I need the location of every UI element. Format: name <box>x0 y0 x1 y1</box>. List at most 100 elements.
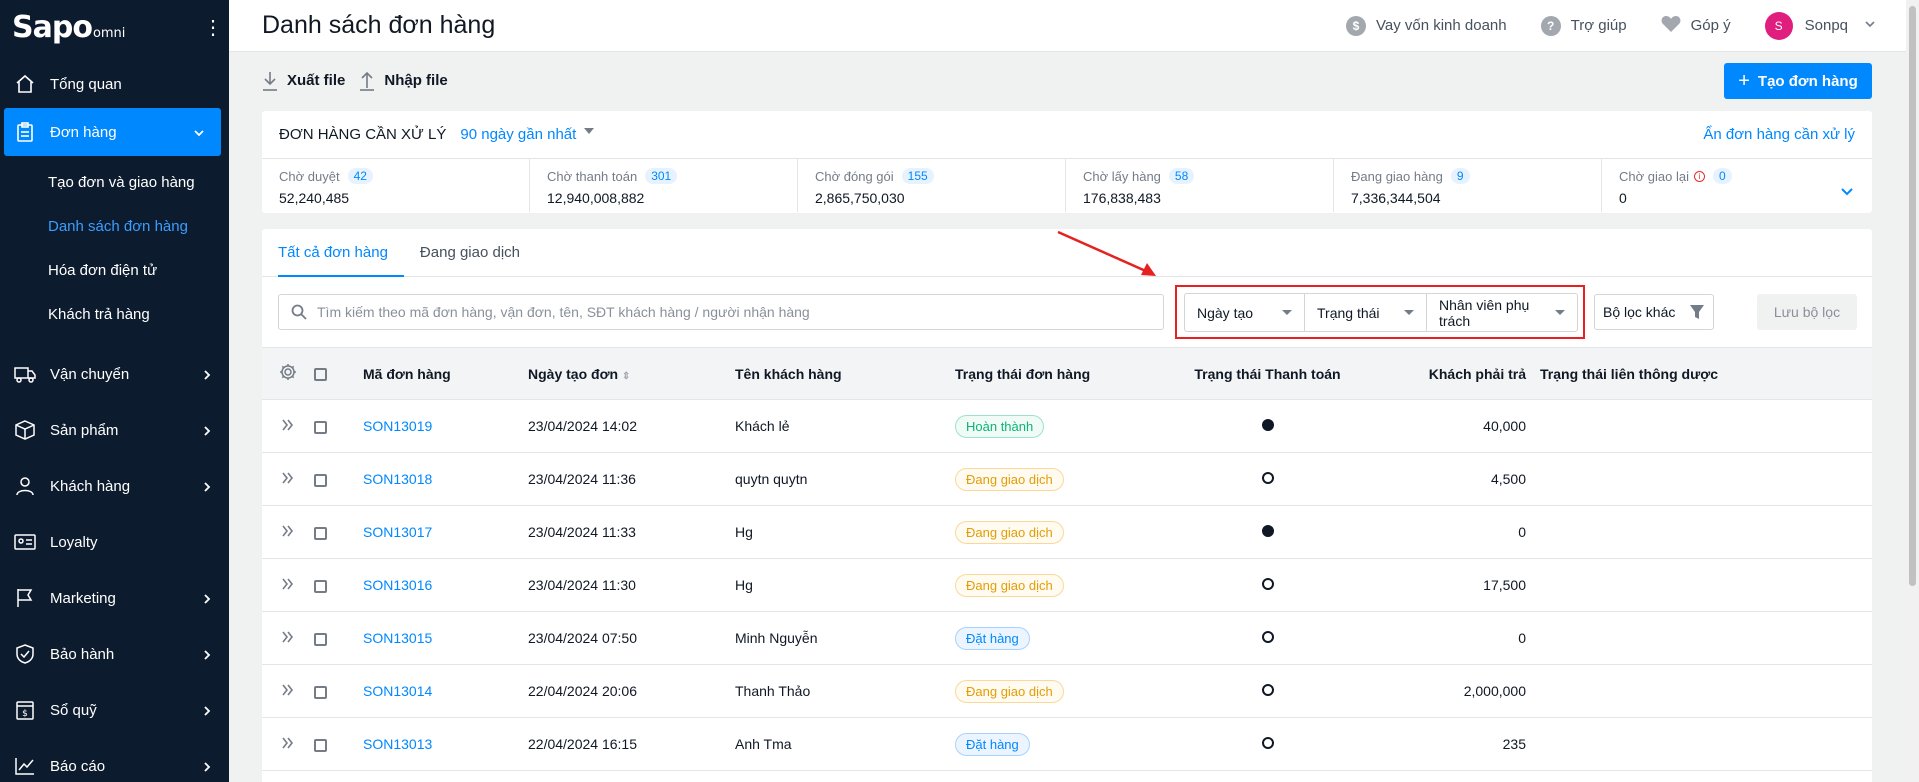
expand-row-icon[interactable] <box>262 664 314 718</box>
orders-table: Mã đơn hàng Ngày tạo đơn ⇕ Tên khách hàn… <box>262 347 1872 771</box>
sidebar-item-marketing[interactable]: Marketing <box>0 570 229 626</box>
tab-in-progress[interactable]: Đang giao dịch <box>420 229 536 276</box>
order-code-link[interactable]: SON13017 <box>363 505 528 559</box>
sidebar-item-customers[interactable]: Khách hàng <box>0 458 229 514</box>
help-label: Trợ giúp <box>1570 17 1627 34</box>
expand-chevron-icon[interactable] <box>1834 179 1860 205</box>
import-file-button[interactable]: Nhập file <box>359 71 448 91</box>
settings-gear-icon[interactable] <box>262 347 314 400</box>
expand-row-icon[interactable] <box>262 611 314 665</box>
sidebar-subitem-create-order[interactable]: Tạo đơn và giao hàng <box>0 160 229 204</box>
table-row[interactable]: SON13018 23/04/2024 11:36 quytn quytn Đang … <box>262 452 1872 506</box>
sidebar-subitem-order-list[interactable]: Danh sách đơn hàng <box>0 204 229 248</box>
sidebar-item-label: Sổ quỹ <box>50 701 97 719</box>
order-code-link[interactable]: SON13014 <box>363 664 528 718</box>
order-code-link[interactable]: SON13018 <box>363 452 528 506</box>
user-menu[interactable]: S Sonpq <box>1764 11 1876 40</box>
order-code-link[interactable]: SON13015 <box>363 611 528 665</box>
sidebar-item-products[interactable]: Sản phẩm <box>0 402 229 458</box>
created-date-filter[interactable]: Ngày tạo <box>1185 294 1305 331</box>
tab-all-orders[interactable]: Tất cả đơn hàng <box>278 229 404 277</box>
table-row[interactable]: SON13013 22/04/2024 16:15 Anh Tma Đặt hàng 2… <box>262 717 1872 771</box>
expand-row-icon[interactable] <box>262 505 314 559</box>
row-checkbox[interactable] <box>314 717 363 771</box>
column-header-amount-due[interactable]: Khách phải trả <box>1370 347 1540 400</box>
pending-cell-redeliver[interactable]: Chờ giao lại i 0 0 <box>1602 159 1870 212</box>
clipboard-icon <box>14 121 36 143</box>
pending-cell-await-payment[interactable]: Chờ thanh toán 301 12,940,008,882 <box>530 159 798 212</box>
column-header-created-date[interactable]: Ngày tạo đơn ⇕ <box>528 347 735 400</box>
feedback-link[interactable]: Góp ý <box>1661 15 1731 37</box>
more-filters-button[interactable]: Bộ lọc khác <box>1594 294 1714 330</box>
sidebar-item-orders[interactable]: Đơn hàng <box>4 108 221 156</box>
column-header-pharmacy-sync[interactable]: Trạng thái liên thông dược <box>1540 347 1872 400</box>
staff-filter[interactable]: Nhân viên phụ trách <box>1427 294 1577 331</box>
column-header-order-code[interactable]: Mã đơn hàng <box>363 347 528 400</box>
sidebar-item-loyalty[interactable]: Loyalty <box>0 514 229 570</box>
column-header-customer[interactable]: Tên khách hàng <box>735 347 955 400</box>
chevron-right-icon <box>201 424 213 436</box>
status-filter[interactable]: Trạng thái <box>1305 294 1427 331</box>
expand-row-icon[interactable] <box>262 452 314 506</box>
search-input[interactable]: Tìm kiếm theo mã đơn hàng, vận đơn, tên,… <box>278 294 1164 330</box>
save-filter-button[interactable]: Lưu bộ lọc <box>1757 294 1857 330</box>
export-label: Xuất file <box>287 72 346 89</box>
expand-row-icon[interactable] <box>262 717 314 771</box>
more-menu-icon[interactable]: ⋮ <box>203 15 223 40</box>
hide-pending-link[interactable]: Ẩn đơn hàng cần xử lý <box>1703 126 1855 143</box>
table-row[interactable]: SON13015 23/04/2024 07:50 Minh Nguyễn Đặt h… <box>262 611 1872 665</box>
order-code-link[interactable]: SON13013 <box>363 717 528 771</box>
help-link[interactable]: ? Trợ giúp <box>1540 15 1627 36</box>
help-icon: ? <box>1540 15 1561 36</box>
pending-label: Chờ thanh toán <box>547 168 638 184</box>
export-file-button[interactable]: Xuất file <box>262 71 345 91</box>
sidebar-item-label: Bảo hành <box>50 645 115 663</box>
count-badge: 301 <box>645 168 678 184</box>
column-header-payment-status[interactable]: Trạng thái Thanh toán <box>1165 347 1370 400</box>
more-filters-label: Bộ lọc khác <box>1603 304 1676 320</box>
search-icon <box>291 304 307 320</box>
row-checkbox[interactable] <box>314 664 363 718</box>
payment-paid-icon <box>1261 419 1274 431</box>
table-row[interactable]: SON13014 22/04/2024 20:06 Thanh Thảo Đang g… <box>262 664 1872 718</box>
logo[interactable]: Sapoomni <box>12 10 125 45</box>
row-checkbox[interactable] <box>314 505 363 559</box>
table-row[interactable]: SON13016 23/04/2024 11:30 Hg Đang giao dịch… <box>262 558 1872 612</box>
pending-cell-await-packing[interactable]: Chờ đóng gói 155 2,865,750,030 <box>798 159 1066 212</box>
sidebar-item-reports[interactable]: Báo cáo <box>0 738 229 782</box>
payment-status-cell <box>1165 558 1370 612</box>
expand-row-icon[interactable] <box>262 399 314 453</box>
vertical-scrollbar[interactable] <box>1906 0 1919 782</box>
date-range-dropdown[interactable]: 90 ngày gần nhất <box>460 126 595 143</box>
status-badge: Đặt hàng <box>955 626 1030 650</box>
order-code-link[interactable]: SON13016 <box>363 558 528 612</box>
pending-cell-await-pickup[interactable]: Chờ lấy hàng 58 176,838,483 <box>1066 159 1334 212</box>
sidebar-subitem-e-invoice[interactable]: Hóa đơn điện tử <box>0 248 229 292</box>
scrollbar-thumb[interactable] <box>1909 6 1916 586</box>
select-all-checkbox[interactable] <box>314 347 363 400</box>
sidebar-item-cashbook[interactable]: $ Sổ quỹ <box>0 682 229 738</box>
orders-list-card: Tất cả đơn hàng Đang giao dịch Tìm kiếm … <box>262 229 1872 782</box>
table-row[interactable]: SON13019 23/04/2024 14:02 Khách lẻ Hoàn thà… <box>262 399 1872 453</box>
row-checkbox[interactable] <box>314 558 363 612</box>
row-checkbox[interactable] <box>314 452 363 506</box>
row-checkbox[interactable] <box>314 611 363 665</box>
sidebar-subitem-returns[interactable]: Khách trả hàng <box>0 292 229 336</box>
pending-value: 176,838,483 <box>1083 190 1161 206</box>
sidebar-item-label: Marketing <box>50 589 116 607</box>
create-order-button[interactable]: + Tạo đơn hàng <box>1724 63 1872 99</box>
order-code-link[interactable]: SON13019 <box>363 399 528 453</box>
pending-cell-await-approval[interactable]: Chờ duyệt 42 52,240,485 <box>262 159 530 212</box>
amount-due: 235 <box>1370 717 1540 771</box>
sidebar-item-overview[interactable]: Tổng quan <box>0 60 229 108</box>
sidebar-item-warranty[interactable]: Bảo hành <box>0 626 229 682</box>
expand-row-icon[interactable] <box>262 558 314 612</box>
loan-link[interactable]: $ Vay vốn kinh doanh <box>1345 15 1507 36</box>
pharmacy-sync-status <box>1540 505 1872 559</box>
table-row[interactable]: SON13017 23/04/2024 11:33 Hg Đang giao dịch… <box>262 505 1872 559</box>
logo-row: Sapoomni ⋮ <box>0 0 229 54</box>
row-checkbox[interactable] <box>314 399 363 453</box>
sidebar-item-shipping[interactable]: Vận chuyển <box>0 346 229 402</box>
pending-cell-delivering[interactable]: Đang giao hàng 9 7,336,344,504 <box>1334 159 1602 212</box>
column-header-order-status[interactable]: Trạng thái đơn hàng <box>955 347 1165 400</box>
